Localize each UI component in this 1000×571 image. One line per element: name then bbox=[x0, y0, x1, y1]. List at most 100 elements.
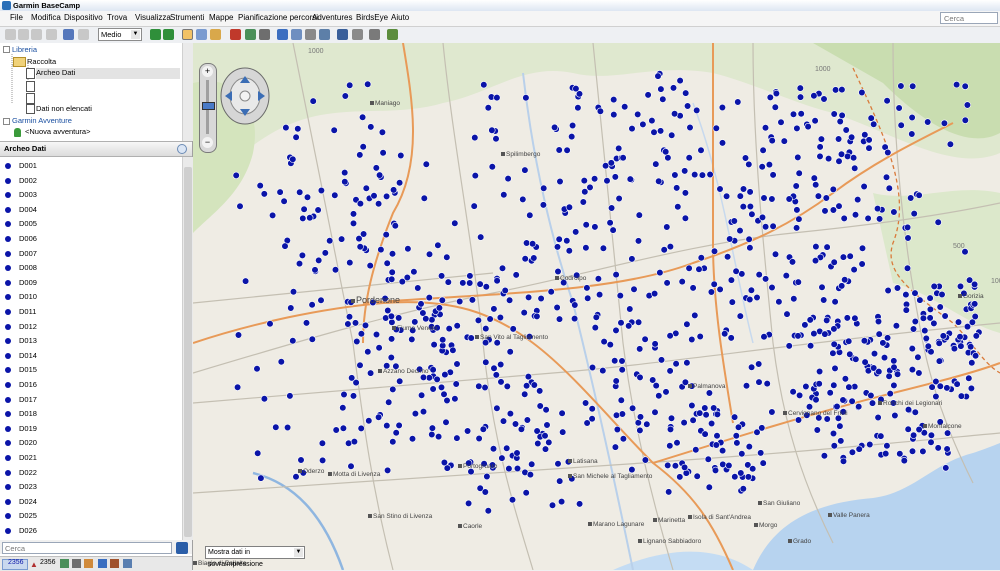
waypoint-marker[interactable] bbox=[946, 140, 955, 148]
waypoint-marker[interactable] bbox=[484, 507, 492, 515]
list-item[interactable]: D015 bbox=[0, 363, 182, 377]
waypoint-marker[interactable] bbox=[763, 380, 771, 388]
waypoint-marker[interactable] bbox=[481, 383, 489, 392]
waypoint-marker[interactable] bbox=[389, 385, 397, 394]
waypoint-marker[interactable] bbox=[438, 272, 446, 280]
waypoint-marker[interactable] bbox=[890, 208, 898, 216]
waypoint-marker[interactable] bbox=[886, 390, 894, 398]
waypoint-marker[interactable] bbox=[943, 445, 951, 453]
waypoint-tool-icon[interactable] bbox=[245, 29, 256, 40]
waypoint-marker[interactable] bbox=[611, 443, 620, 451]
waypoint-marker[interactable] bbox=[795, 391, 804, 400]
waypoint-marker[interactable] bbox=[936, 382, 944, 390]
waypoint-marker[interactable] bbox=[858, 260, 866, 268]
waypoint-marker[interactable] bbox=[435, 304, 443, 312]
waypoint-marker[interactable] bbox=[497, 378, 505, 386]
zoom-slider[interactable]: + − bbox=[199, 63, 217, 153]
filter-icon[interactable] bbox=[369, 29, 380, 40]
waypoint-marker[interactable] bbox=[437, 383, 446, 392]
waypoint-marker[interactable] bbox=[563, 146, 571, 154]
waypoint-marker[interactable] bbox=[569, 121, 577, 130]
waypoint-marker[interactable] bbox=[934, 218, 942, 226]
waypoint-marker[interactable] bbox=[626, 175, 634, 183]
waypoint-marker[interactable] bbox=[830, 258, 838, 266]
list-item[interactable]: D021 bbox=[0, 451, 182, 465]
map-view[interactable]: 1000 1000 500 100 ManiagoSpilimbergoPord… bbox=[193, 43, 1000, 570]
waypoint-marker[interactable] bbox=[816, 152, 824, 160]
waypoint-marker[interactable] bbox=[815, 380, 823, 388]
waypoint-marker[interactable] bbox=[349, 219, 358, 227]
tree-dati-non-elencati[interactable]: Dati non elencati bbox=[36, 104, 92, 113]
waypoint-marker[interactable] bbox=[678, 278, 686, 286]
waypoint-marker[interactable] bbox=[641, 456, 650, 464]
list-item[interactable]: D026 bbox=[0, 524, 182, 538]
list-scrollbar[interactable] bbox=[182, 157, 193, 540]
waypoint-marker[interactable] bbox=[938, 290, 946, 299]
waypoint-marker[interactable] bbox=[737, 469, 745, 477]
waypoint-marker[interactable] bbox=[745, 160, 753, 168]
waypoint-marker[interactable] bbox=[618, 366, 626, 374]
waypoint-marker[interactable] bbox=[739, 203, 747, 211]
waypoint-marker[interactable] bbox=[429, 366, 437, 374]
waypoint-marker[interactable] bbox=[428, 316, 436, 324]
waypoint-marker[interactable] bbox=[506, 296, 514, 304]
collapse-icon[interactable] bbox=[3, 118, 10, 125]
waypoint-marker[interactable] bbox=[695, 265, 703, 273]
waypoint-marker[interactable] bbox=[686, 123, 694, 132]
copy-icon[interactable] bbox=[18, 29, 29, 40]
waypoint-marker[interactable] bbox=[926, 314, 934, 322]
waypoint-marker[interactable] bbox=[758, 163, 766, 171]
waypoint-marker[interactable] bbox=[761, 223, 770, 231]
waypoint-marker[interactable] bbox=[612, 377, 620, 385]
waypoint-marker[interactable] bbox=[610, 95, 618, 104]
waypoint-marker[interactable] bbox=[453, 322, 461, 330]
waypoint-marker[interactable] bbox=[528, 460, 536, 468]
waypoint-marker[interactable] bbox=[608, 204, 616, 212]
waypoint-marker[interactable] bbox=[656, 269, 664, 277]
waypoint-marker[interactable] bbox=[874, 317, 883, 326]
waypoint-marker[interactable] bbox=[666, 332, 674, 340]
waypoint-marker[interactable] bbox=[281, 242, 289, 250]
waypoint-marker[interactable] bbox=[584, 294, 592, 302]
waypoint-marker[interactable] bbox=[911, 408, 919, 416]
waypoint-marker[interactable] bbox=[419, 373, 428, 382]
waypoint-marker[interactable] bbox=[744, 473, 753, 481]
waypoint-marker[interactable] bbox=[815, 367, 824, 376]
waypoint-marker[interactable] bbox=[769, 222, 777, 230]
waypoint-marker[interactable] bbox=[408, 335, 416, 344]
waypoint-marker[interactable] bbox=[541, 445, 550, 453]
waypoint-marker[interactable] bbox=[599, 244, 608, 252]
waypoint-marker[interactable] bbox=[618, 357, 626, 365]
waypoint-marker[interactable] bbox=[317, 296, 325, 304]
waypoint-marker[interactable] bbox=[330, 126, 338, 134]
birdseye-icon[interactable] bbox=[123, 559, 132, 568]
waypoint-marker[interactable] bbox=[840, 214, 848, 222]
waypoint-marker[interactable] bbox=[908, 366, 917, 374]
waypoint-marker[interactable] bbox=[481, 488, 489, 496]
waypoint-marker[interactable] bbox=[365, 417, 373, 425]
waypoint-marker[interactable] bbox=[582, 399, 590, 407]
waypoint-marker[interactable] bbox=[693, 472, 701, 480]
list-item[interactable]: D010 bbox=[0, 290, 182, 304]
waypoint-marker[interactable] bbox=[565, 247, 573, 255]
waypoint-marker[interactable] bbox=[891, 411, 899, 420]
waypoint-marker[interactable] bbox=[523, 416, 532, 424]
waypoint-marker[interactable] bbox=[256, 182, 264, 190]
waypoint-marker[interactable] bbox=[663, 223, 671, 231]
waypoint-marker[interactable] bbox=[619, 435, 628, 443]
waypoint-marker[interactable] bbox=[559, 428, 567, 436]
waypoint-marker[interactable] bbox=[671, 462, 680, 470]
waypoint-marker[interactable] bbox=[806, 316, 814, 324]
waypoint-marker[interactable] bbox=[636, 373, 644, 382]
waypoint-marker[interactable] bbox=[841, 276, 849, 284]
waypoint-marker[interactable] bbox=[782, 272, 790, 280]
waypoint-marker[interactable] bbox=[635, 318, 643, 326]
waypoint-marker[interactable] bbox=[868, 399, 877, 407]
waypoint-marker[interactable] bbox=[916, 296, 924, 304]
waypoint-marker[interactable] bbox=[482, 283, 490, 291]
waypoint-marker[interactable] bbox=[904, 425, 912, 433]
waypoint-marker[interactable] bbox=[674, 203, 682, 211]
waypoint-marker[interactable] bbox=[388, 275, 396, 283]
tree-raccolta[interactable]: Raccolta bbox=[27, 57, 56, 66]
waypoint-marker[interactable] bbox=[499, 417, 508, 425]
